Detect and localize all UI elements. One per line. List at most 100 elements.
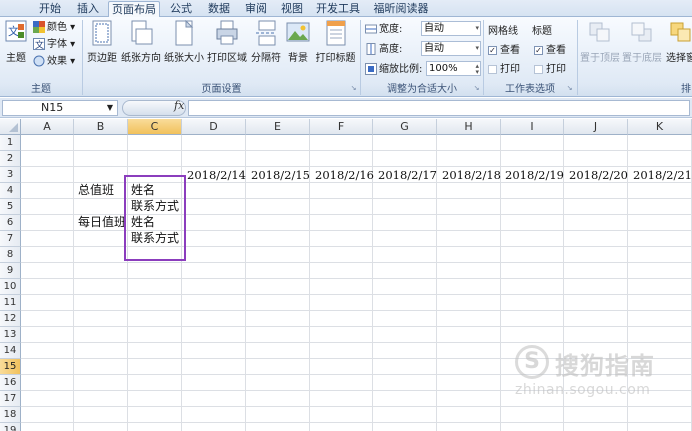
cell-h3[interactable]: 2018/2/18 xyxy=(442,167,501,183)
cell-b6[interactable]: 每日值班 xyxy=(78,214,126,230)
tab-foxit-reader[interactable]: 福昕阅读器 xyxy=(370,1,432,17)
row-header[interactable]: 5 xyxy=(0,199,21,215)
column-header-j[interactable]: J xyxy=(564,119,628,135)
row-header[interactable]: 8 xyxy=(0,247,21,263)
spinner-arrows-icon[interactable]: ▴ ▾ xyxy=(475,63,479,76)
svg-text:文: 文 xyxy=(35,39,44,50)
column-header-e[interactable]: E xyxy=(246,119,310,135)
column-header-f[interactable]: F xyxy=(310,119,373,135)
orientation-icon xyxy=(131,20,153,45)
formula-input[interactable] xyxy=(188,100,690,116)
row-header[interactable]: 17 xyxy=(0,391,21,407)
row-header[interactable]: 2 xyxy=(0,151,21,167)
size-button[interactable]: 纸张大小 xyxy=(163,20,205,82)
gridlines-print-label: 打印 xyxy=(500,64,520,75)
cell-i3[interactable]: 2018/2/19 xyxy=(505,167,564,183)
themes-button[interactable]: 文 主题 xyxy=(2,20,30,82)
gridlines-print-checkbox[interactable]: 打印 xyxy=(488,62,520,77)
column-header-a[interactable]: A xyxy=(21,119,74,135)
print-titles-icon xyxy=(326,20,345,46)
chevron-down-icon[interactable]: ▼ xyxy=(107,101,113,115)
print-area-button[interactable]: 打印区域 xyxy=(206,20,248,82)
column-header-h[interactable]: H xyxy=(437,119,501,135)
height-icon xyxy=(366,43,376,55)
headings-view-checkbox[interactable]: ✓ 查看 xyxy=(534,43,566,58)
cell-j3[interactable]: 2018/2/20 xyxy=(569,167,628,183)
tab-view[interactable]: 视图 xyxy=(276,1,308,17)
send-backward-label: 置于底层 xyxy=(622,53,662,64)
row-header[interactable]: 3 xyxy=(0,167,21,183)
column-header-k[interactable]: K xyxy=(628,119,692,135)
select-all-corner[interactable] xyxy=(0,119,21,135)
row-header[interactable]: 9 xyxy=(0,263,21,279)
breaks-button[interactable]: 分隔符 xyxy=(249,20,283,82)
row-header[interactable]: 6 xyxy=(0,215,21,231)
tab-data[interactable]: 数据 xyxy=(203,1,235,17)
column-header-b[interactable]: B xyxy=(74,119,128,135)
print-titles-button[interactable]: 打印标题 xyxy=(313,20,358,82)
scale-label-text: 缩放比例: xyxy=(379,64,423,75)
headings-print-checkbox[interactable]: 打印 xyxy=(534,62,566,77)
row-header[interactable]: 10 xyxy=(0,279,21,295)
function-icon[interactable]: fx xyxy=(174,99,184,112)
checkbox-checked-icon: ✓ xyxy=(534,45,543,55)
width-select[interactable]: 自动 ▾ xyxy=(421,21,481,36)
row-header[interactable]: 12 xyxy=(0,311,21,327)
cell-b4[interactable]: 总值班 xyxy=(78,182,114,198)
cell-k3[interactable]: 2018/2/21 xyxy=(633,167,692,183)
margins-button[interactable]: 页边距 xyxy=(85,20,119,82)
arrange-group-label: 排 xyxy=(681,84,691,95)
tab-insert[interactable]: 插入 xyxy=(72,1,104,17)
row-header[interactable]: 7 xyxy=(0,231,21,247)
breaks-label: 分隔符 xyxy=(251,53,281,64)
cell-e3[interactable]: 2018/2/15 xyxy=(251,167,310,183)
width-label-text: 宽度: xyxy=(379,24,403,35)
tab-developer[interactable]: 开发工具 xyxy=(313,1,363,17)
tab-formulas[interactable]: 公式 xyxy=(165,1,197,17)
row-header[interactable]: 18 xyxy=(0,407,21,423)
margins-icon xyxy=(92,20,112,46)
theme-fonts-button[interactable]: 文字体 ▾ xyxy=(33,37,75,52)
height-select[interactable]: 自动 ▾ xyxy=(421,41,481,56)
bring-forward-button[interactable]: 置于顶层 xyxy=(580,20,620,82)
theme-effects-button[interactable]: 效果 ▾ xyxy=(33,54,75,69)
size-label: 纸张大小 xyxy=(164,53,204,64)
tab-home[interactable]: 开始 xyxy=(34,1,66,17)
orientation-label: 纸张方向 xyxy=(121,53,161,64)
checkbox-checked-icon: ✓ xyxy=(488,45,497,55)
tab-review[interactable]: 审阅 xyxy=(240,1,272,17)
scale-launcher-icon[interactable]: ↘ xyxy=(472,84,481,93)
column-header-i[interactable]: I xyxy=(501,119,564,135)
height-label: 高度: xyxy=(365,42,402,57)
svg-text:文: 文 xyxy=(8,24,19,38)
formula-bar: N15 ▼ fx xyxy=(0,98,692,118)
orientation-button[interactable]: 纸张方向 xyxy=(120,20,162,82)
sheet-options-launcher-icon[interactable]: ↘ xyxy=(565,84,574,93)
column-header-c[interactable]: C xyxy=(128,119,182,135)
scale-icon xyxy=(365,63,377,75)
background-button[interactable]: 背景 xyxy=(284,20,312,82)
scale-spinner[interactable]: 100% ▴ ▾ xyxy=(426,61,481,76)
row-header[interactable]: 16 xyxy=(0,375,21,391)
row-header[interactable]: 14 xyxy=(0,343,21,359)
selection-pane-icon xyxy=(670,22,691,42)
cell-d3[interactable]: 2018/2/14 xyxy=(187,167,246,183)
gridlines-view-checkbox[interactable]: ✓ 查看 xyxy=(488,43,520,58)
row-header[interactable]: 1 xyxy=(0,135,21,151)
page-setup-launcher-icon[interactable]: ↘ xyxy=(349,84,358,93)
tab-page-layout[interactable]: 页面布局 xyxy=(108,1,160,17)
column-header-d[interactable]: D xyxy=(182,119,246,135)
row-header[interactable]: 13 xyxy=(0,327,21,343)
row-header-selected[interactable]: 15 xyxy=(0,359,21,375)
selection-pane-button[interactable]: 选择窗 xyxy=(664,20,692,82)
send-backward-button[interactable]: 置于底层 xyxy=(622,20,662,82)
paper-size-icon xyxy=(175,20,194,46)
row-header[interactable]: 4 xyxy=(0,183,21,199)
column-header-g[interactable]: G xyxy=(373,119,437,135)
row-header[interactable]: 19 xyxy=(0,423,21,431)
name-box[interactable]: N15 ▼ xyxy=(2,100,118,116)
theme-colors-button[interactable]: 颜色 ▾ xyxy=(33,20,75,35)
cell-g3[interactable]: 2018/2/17 xyxy=(378,167,437,183)
cell-f3[interactable]: 2018/2/16 xyxy=(315,167,374,183)
row-header[interactable]: 11 xyxy=(0,295,21,311)
